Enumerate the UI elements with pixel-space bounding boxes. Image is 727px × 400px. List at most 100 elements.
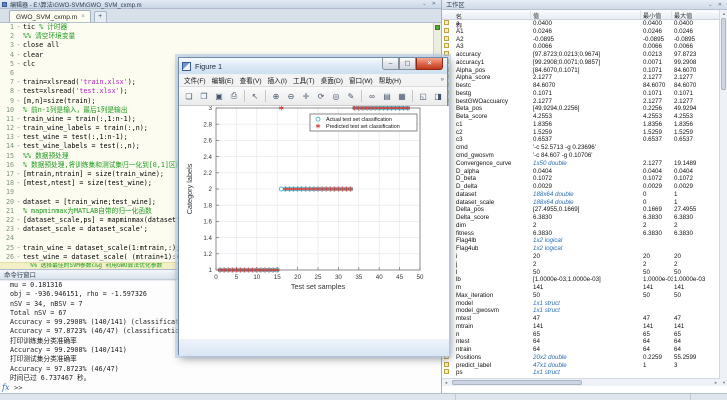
- workspace-row[interactable]: dataset188x64 double01: [442, 191, 720, 199]
- brush-icon[interactable]: ✎: [344, 89, 358, 103]
- variable-min: -0.0895: [643, 36, 673, 44]
- vscroll-thumb[interactable]: [721, 18, 726, 90]
- workspace-row[interactable]: mtrain141141141: [442, 323, 720, 331]
- menu-f[interactable]: 文件(F): [184, 75, 206, 85]
- zoom-out-icon[interactable]: ⊖: [284, 89, 298, 103]
- workspace-row[interactable]: cmd_gwosvm'-c 84.607 -g 0.10706': [442, 152, 720, 160]
- workspace-row[interactable]: model1x1 struct: [442, 300, 720, 308]
- dock-icon[interactable]: ◱: [416, 89, 430, 103]
- link-plot-icon[interactable]: ∞: [365, 89, 379, 103]
- workspace-row[interactable]: dim222: [442, 222, 720, 230]
- close-button[interactable]: ✕: [416, 58, 443, 70]
- workspace-row[interactable]: Beta_score4.25534.25534.2553: [442, 113, 720, 121]
- panel-controls-icon[interactable]: ⌄ ✕: [422, 1, 438, 7]
- rotate-3d-icon[interactable]: ⟳: [314, 89, 328, 103]
- workspace-row[interactable]: A30.00660.00660.0066: [442, 43, 720, 51]
- workspace-row[interactable]: Convergence_curve1x50 double2.127719.148…: [442, 160, 720, 168]
- workspace-row[interactable]: ntest646464: [442, 338, 720, 346]
- hscroll-thumb[interactable]: [452, 380, 582, 385]
- svg-text:2.4: 2.4: [203, 154, 212, 161]
- workspace-row[interactable]: fitness6.38306.38306.3830: [442, 230, 720, 238]
- scroll-right-icon[interactable]: ►: [712, 379, 720, 387]
- workspace-row[interactable]: l505050: [442, 269, 720, 277]
- workspace-row[interactable]: a0.04000.04000.0400: [442, 20, 720, 28]
- workspace-row[interactable]: accuracy1[99.2908;0.0071;0.9857]0.007199…: [442, 59, 720, 67]
- workspace-row[interactable]: Flag4lb1x2 logical: [442, 237, 720, 245]
- workspace-row[interactable]: bestg0.10710.10710.1071: [442, 90, 720, 98]
- workspace-row[interactable]: A2-0.0895-0.0895-0.0895: [442, 36, 720, 44]
- workspace-row[interactable]: Alpha_pos[84.6070,0.1071]0.107184.6070: [442, 67, 720, 75]
- tab-close-icon[interactable]: ×: [81, 14, 85, 20]
- workspace-row[interactable]: c11.83561.83561.8356: [442, 121, 720, 129]
- workspace-row[interactable]: bestGWOaccuarcy2.12772.12772.1277: [442, 98, 720, 106]
- scroll-up-icon[interactable]: ▲: [720, 10, 727, 17]
- workspace-row[interactable]: ps1x1 struct: [442, 369, 720, 377]
- workspace-row[interactable]: i202020: [442, 253, 720, 261]
- workspace-row[interactable]: Delta_score6.38306.38306.3830: [442, 214, 720, 222]
- zoom-in-icon[interactable]: ⊕: [269, 89, 283, 103]
- plot-legend[interactable]: Actual test set classificationPredicted …: [310, 114, 417, 131]
- new-figure-icon[interactable]: ❏: [182, 89, 196, 103]
- tab-gwo-svm-cxmp[interactable]: GWO_SVM_cxmp.m ×: [9, 10, 91, 22]
- workspace-row[interactable]: Flag4ub1x2 logical: [442, 245, 720, 253]
- variable-min: 4.2553: [643, 113, 673, 121]
- menu-t[interactable]: 工具(T): [293, 75, 315, 85]
- menu-e[interactable]: 编辑(E): [212, 75, 234, 85]
- legend-icon[interactable]: ▦: [395, 89, 409, 103]
- menu-w[interactable]: 窗口(W): [349, 75, 373, 85]
- workspace-row[interactable]: dataset_scale188x64 double01: [442, 199, 720, 207]
- menu-d[interactable]: 桌面(D): [321, 75, 343, 85]
- open-file-icon[interactable]: ❐: [197, 89, 211, 103]
- menu-overflow-icon[interactable]: »: [441, 77, 444, 83]
- workspace-row[interactable]: accuracy[97.8723;0.0213;0.9674]0.021397.…: [442, 51, 720, 59]
- workspace-row[interactable]: c21.52591.52591.5259: [442, 129, 720, 137]
- col-max[interactable]: 最大值: [674, 11, 692, 20]
- workspace-row[interactable]: Alpha_score2.12772.12772.1277: [442, 74, 720, 82]
- minimize-button[interactable]: –: [382, 58, 399, 70]
- workspace-controls-icon[interactable]: ⌄ ✕: [708, 2, 724, 8]
- workspace-row[interactable]: mtest474747: [442, 315, 720, 323]
- workspace-column-headers[interactable]: 名称 ▴ 值 最小值 最大值: [442, 10, 720, 20]
- colorbar-icon[interactable]: ▤: [380, 89, 394, 103]
- scroll-down-icon[interactable]: ▼: [720, 379, 727, 386]
- pan-icon[interactable]: ✛: [299, 89, 313, 103]
- workspace-row[interactable]: bestc84.607084.607084.6070: [442, 82, 720, 90]
- print-icon[interactable]: ⎙: [227, 89, 241, 103]
- workspace-row[interactable]: j222: [442, 261, 720, 269]
- workspace-row[interactable]: Beta_pos[49.9294,0.2256]0.225649.9294: [442, 105, 720, 113]
- workspace-row[interactable]: Delta_pos[27.4955,0.1669]0.166927.4955: [442, 206, 720, 214]
- edit-arrow-icon[interactable]: ↖: [248, 89, 262, 103]
- figure-titlebar[interactable]: Figure 1 –▢✕: [179, 58, 447, 74]
- workspace-row[interactable]: Positions20x2 double0.225955.2599: [442, 354, 720, 362]
- new-tab-button[interactable]: +: [94, 11, 107, 22]
- menu-i[interactable]: 插入(I): [268, 75, 287, 85]
- workspace-hscrollbar[interactable]: ◄ ►: [442, 378, 720, 386]
- command-prompt[interactable]: >>: [14, 384, 22, 392]
- menu-h[interactable]: 帮助(H): [379, 75, 401, 85]
- workspace-row[interactable]: Max_iteration505050: [442, 292, 720, 300]
- workspace-row[interactable]: m141141141: [442, 284, 720, 292]
- workspace-row[interactable]: D_delta0.00290.00290.0029: [442, 183, 720, 191]
- workspace-variable-list: a0.04000.04000.0400A10.02460.02460.0246A…: [442, 20, 720, 378]
- workspace-row[interactable]: D_beta0.10720.10720.1072: [442, 175, 720, 183]
- col-min[interactable]: 最小值: [643, 11, 661, 20]
- workspace-row[interactable]: lb[1.0000e-03,1.0000e-03]1.0000e-031.000…: [442, 276, 720, 284]
- workspace-row[interactable]: n656565: [442, 331, 720, 339]
- workspace-row[interactable]: D_alpha0.04040.04040.0404: [442, 168, 720, 176]
- menu-v[interactable]: 查看(V): [240, 75, 262, 85]
- code-token: train_wine_labels = train(:,n);: [23, 124, 148, 133]
- data-cursor-icon[interactable]: ◎: [329, 89, 343, 103]
- workspace-vscrollbar[interactable]: ▲ ▼: [719, 10, 727, 386]
- workspace-row[interactable]: cmd'-c 52.5713 -g 0.23696': [442, 144, 720, 152]
- undock-icon[interactable]: ◨: [431, 89, 445, 103]
- workspace-row[interactable]: model_gwosvm1x1 struct: [442, 307, 720, 315]
- save-figure-icon[interactable]: ▣: [212, 89, 226, 103]
- workspace-row[interactable]: ntrain646464: [442, 346, 720, 354]
- workspace-row[interactable]: c30.65370.65370.6537: [442, 136, 720, 144]
- workspace-row[interactable]: predict_label47x1 double13: [442, 362, 720, 370]
- figure-window[interactable]: Figure 1 –▢✕ 文件(F) 编辑(E) 查看(V) 插入(I) 工具(T) 桌面…: [178, 57, 448, 355]
- scroll-left-icon[interactable]: ◄: [442, 379, 450, 387]
- col-value[interactable]: 值: [533, 11, 539, 20]
- maximize-button[interactable]: ▢: [399, 58, 416, 70]
- workspace-row[interactable]: A10.02460.02460.0246: [442, 28, 720, 36]
